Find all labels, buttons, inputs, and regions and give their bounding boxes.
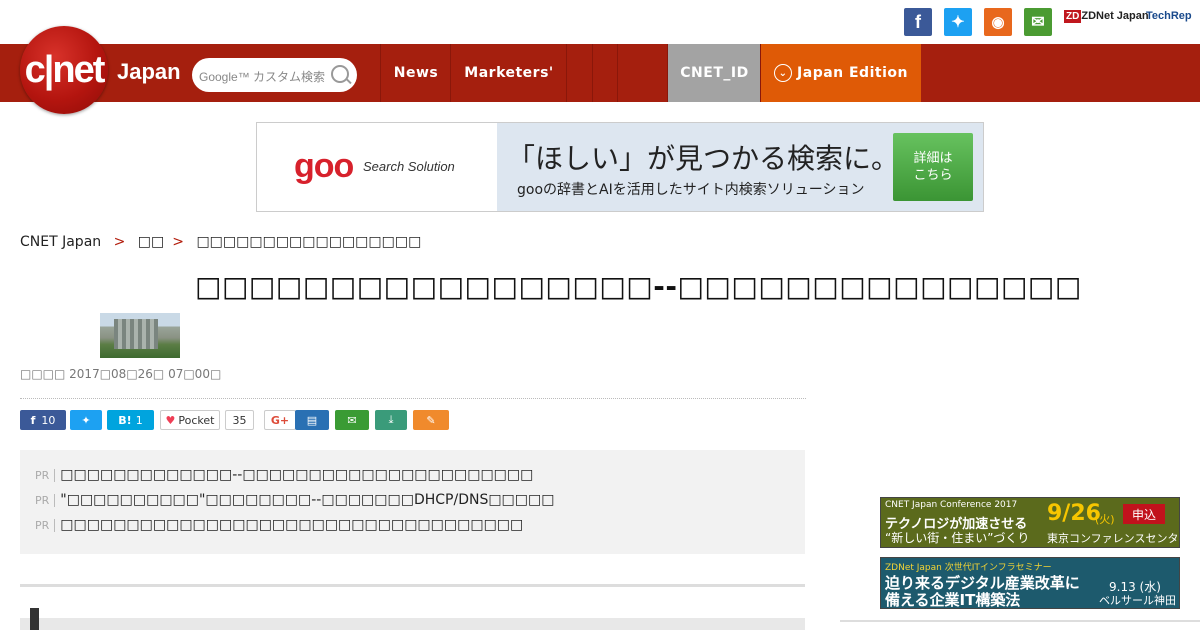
nav-blank-1[interactable] bbox=[566, 44, 593, 102]
top-strip: f ✦ ◉ ✉ ZD ZDNet Japan TechRep bbox=[0, 0, 1200, 44]
conference-ad[interactable]: CNET Japan Conference 2017 テクノロジが加速させる “… bbox=[880, 497, 1180, 561]
ad2-venue: ベルサール神田 bbox=[1099, 594, 1176, 607]
pocket-count: 35 bbox=[225, 410, 254, 430]
ad1-top: CNET Japan Conference 2017 bbox=[885, 500, 1018, 510]
logo-text: c|net bbox=[24, 48, 106, 91]
sidebar-rule bbox=[840, 620, 1200, 622]
pr-tag: PR bbox=[35, 494, 56, 507]
pr-item[interactable]: PR □□□□□□□□□□□□□□□□□□□□□□□□□□□□□□□□□□□ bbox=[35, 517, 523, 533]
ad1-date: 9/26 bbox=[1047, 501, 1101, 526]
print-icon[interactable]: ▤ bbox=[295, 410, 329, 430]
banner-detail-button[interactable]: 詳細は こちら bbox=[893, 133, 973, 201]
zdnet-label: ZDNet Japan bbox=[1081, 10, 1149, 22]
pr-link[interactable]: □□□□□□□□□□□□□□□□□□□□□□□□□□□□□□□□□□□ bbox=[60, 517, 523, 533]
breadcrumb: CNET Japan > □□ > □□□□□□□□□□□□□□□□□ bbox=[20, 234, 421, 250]
banner-button-label: 詳細は こちら bbox=[913, 151, 953, 183]
banner-headline: 「ほしい」が見つかる検索に。 bbox=[507, 142, 900, 175]
pr-link[interactable]: □□□□□□□□□□□□□--□□□□□□□□□□□□□□□□□□□□□□ bbox=[60, 467, 533, 483]
nav-cnet-id[interactable]: CNET_ID bbox=[667, 44, 761, 102]
zdnet-link[interactable]: ZD ZDNet Japan bbox=[1064, 10, 1149, 23]
breadcrumb-current: □□□□□□□□□□□□□□□□□ bbox=[196, 234, 422, 250]
facebook-icon: f bbox=[30, 413, 36, 427]
pr-tag: PR bbox=[35, 519, 56, 532]
nav-japan-edition[interactable]: ⌄ Japan Edition bbox=[760, 44, 921, 102]
search-icon[interactable] bbox=[331, 65, 349, 83]
article-date: □□□□ 2017□08□26□ 07□00□ bbox=[20, 367, 222, 381]
banner-ad[interactable]: goo Search Solution 「ほしい」が見つかる検索に。 gooの辞… bbox=[256, 122, 984, 212]
nav-blank-3[interactable] bbox=[617, 44, 643, 102]
thumbnail-building bbox=[114, 319, 158, 349]
banner-sub: gooの辞書とAIを活用したサイト内検索ソリューション bbox=[517, 182, 865, 198]
nav-marketers[interactable]: Marketers' bbox=[450, 44, 567, 102]
pr-link[interactable]: "□□□□□□□□□□"□□□□□□□□--□□□□□□□DHCP/DNS□□□… bbox=[60, 492, 554, 508]
article-thumbnail[interactable] bbox=[100, 313, 180, 358]
mail-icon[interactable]: ✉ bbox=[1024, 8, 1052, 36]
techrepublic-link[interactable]: TechRep bbox=[1146, 10, 1192, 22]
facebook-icon[interactable]: f bbox=[904, 8, 932, 36]
gplus-button[interactable]: G+ bbox=[264, 410, 296, 430]
nav-blank-2[interactable] bbox=[592, 44, 618, 102]
pocket-label: Pocket bbox=[178, 413, 215, 427]
download-icon[interactable]: ⤓ bbox=[375, 410, 407, 430]
goo-logo: goo bbox=[294, 147, 354, 185]
rss-icon[interactable]: ◉ bbox=[984, 8, 1012, 36]
pr-tag: PR bbox=[35, 469, 56, 482]
facebook-share-button[interactable]: f 10 bbox=[20, 410, 66, 430]
logo-edition: Japan bbox=[117, 59, 181, 84]
pocket-button[interactable]: ♥ Pocket bbox=[160, 410, 220, 430]
pocket-icon: ♥ bbox=[165, 413, 176, 427]
article-title: □□□□□□□□□□□□□□□□□--□□□□□□□□□□□□□□□ bbox=[195, 270, 1082, 303]
twitter-icon: ✦ bbox=[81, 413, 91, 427]
twitter-icon[interactable]: ✦ bbox=[944, 8, 972, 36]
hatena-icon: B! bbox=[118, 413, 132, 427]
breadcrumb-section[interactable]: □□ bbox=[138, 234, 164, 250]
clip-icon[interactable]: ✎ bbox=[413, 410, 449, 430]
hatena-share-button[interactable]: B! 1 bbox=[107, 410, 154, 430]
section-rule bbox=[20, 584, 805, 587]
facebook-count: 10 bbox=[41, 413, 56, 427]
nav-news[interactable]: News bbox=[380, 44, 451, 102]
hatena-count: 1 bbox=[135, 413, 143, 427]
twitter-share-button[interactable]: ✦ bbox=[70, 410, 102, 430]
banner-logo-sub: Search Solution bbox=[363, 159, 455, 174]
ad1-dow: (火) bbox=[1095, 513, 1115, 526]
pr-item[interactable]: PR □□□□□□□□□□□□□--□□□□□□□□□□□□□□□□□□□□□□ bbox=[35, 467, 533, 483]
breadcrumb-home[interactable]: CNET Japan bbox=[20, 234, 101, 250]
cnet-logo[interactable]: c|net bbox=[20, 26, 108, 114]
ad2-line2: 備える企業IT構築法 bbox=[885, 591, 1021, 609]
edition-label: Japan Edition bbox=[797, 65, 908, 81]
breadcrumb-sep-1: > bbox=[113, 234, 126, 250]
search-input[interactable]: Google™ カスタム検索 bbox=[199, 68, 325, 85]
pr-item[interactable]: PR "□□□□□□□□□□"□□□□□□□□--□□□□□□□DHCP/DNS□… bbox=[35, 492, 554, 508]
pr-box: PR □□□□□□□□□□□□□--□□□□□□□□□□□□□□□□□□□□□□ … bbox=[20, 450, 805, 554]
ad1-apply-button[interactable]: 申込 bbox=[1123, 504, 1165, 524]
seminar-ad[interactable]: ZDNet Japan 次世代ITインフラセミナー 迫り来るデジタル産業改革に … bbox=[880, 557, 1180, 609]
breadcrumb-sep-2: > bbox=[172, 234, 184, 250]
chevron-down-icon: ⌄ bbox=[774, 64, 793, 82]
mail-icon[interactable]: ✉ bbox=[335, 410, 369, 430]
section-bar bbox=[20, 608, 805, 630]
search-box[interactable]: Google™ カスタム検索 bbox=[192, 58, 357, 92]
ad1-line2: “新しい街・住まい”づくり bbox=[885, 531, 1030, 545]
section-marker bbox=[30, 608, 39, 630]
divider bbox=[20, 398, 806, 399]
techrep-label: TechRep bbox=[1146, 10, 1192, 22]
